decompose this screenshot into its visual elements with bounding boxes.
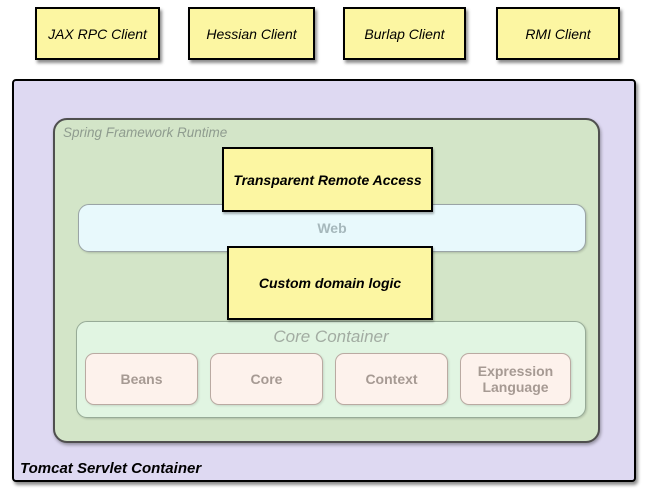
web-layer-label: Web — [317, 220, 346, 236]
client-box-hessian: Hessian Client — [188, 7, 315, 60]
core-container-box: Core Container Beans Core Context Expres… — [76, 321, 586, 418]
architecture-diagram: JAX RPC Client Hessian Client Burlap Cli… — [0, 0, 647, 500]
module-box-core: Core — [210, 353, 323, 405]
module-label: Beans — [120, 371, 162, 387]
module-label: Expression Language — [475, 363, 556, 395]
client-label: Burlap Client — [364, 26, 444, 42]
custom-domain-logic-label: Custom domain logic — [259, 275, 401, 291]
client-label: Hessian Client — [206, 26, 296, 42]
module-box-context: Context — [335, 353, 448, 405]
spring-runtime-title: Spring Framework Runtime — [63, 125, 227, 140]
transparent-remote-access-label: Transparent Remote Access — [233, 172, 421, 188]
transparent-remote-access-box: Transparent Remote Access — [222, 147, 433, 212]
module-label: Context — [365, 371, 417, 387]
tomcat-servlet-container: Spring Framework Runtime Web Transparent… — [12, 79, 636, 482]
client-label: JAX RPC Client — [48, 26, 147, 42]
module-label: Core — [251, 371, 283, 387]
client-box-jax-rpc: JAX RPC Client — [35, 7, 160, 60]
client-box-rmi: RMI Client — [496, 7, 620, 60]
custom-domain-logic-box: Custom domain logic — [227, 246, 433, 320]
module-box-expression-language: Expression Language — [460, 353, 571, 405]
module-box-beans: Beans — [85, 353, 198, 405]
client-box-burlap: Burlap Client — [343, 7, 466, 60]
core-container-title: Core Container — [77, 327, 585, 347]
tomcat-container-title: Tomcat Servlet Container — [20, 460, 201, 477]
client-label: RMI Client — [525, 26, 590, 42]
spring-framework-runtime: Spring Framework Runtime Web Transparent… — [53, 118, 600, 443]
